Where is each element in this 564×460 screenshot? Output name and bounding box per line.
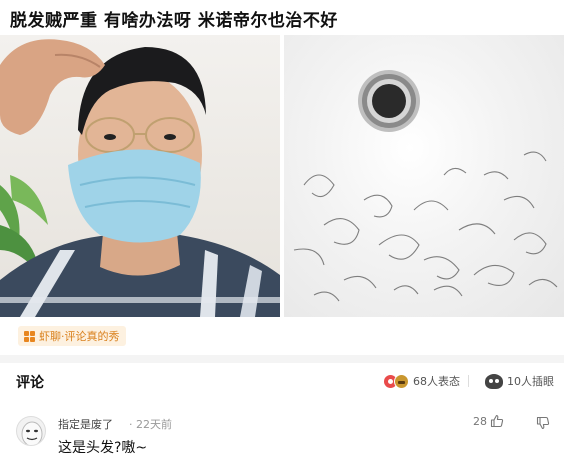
eye-emoji-icon[interactable] [485,373,503,389]
like-count: 28 [473,414,487,428]
stats-separator [468,375,469,387]
eye-count[interactable]: 10人插眼 [507,373,554,389]
thumbs-up-icon [490,414,504,428]
comment-stats: 68人表态 10人插眼 [383,373,554,389]
selfie-photo[interactable] [0,35,280,317]
like-button[interactable]: 28 [473,414,504,428]
comment-username[interactable]: 指定是废了 [58,416,113,432]
topic-tag-label: 虾聊·评论真的秀 [39,330,120,343]
reaction-emoji-icon [394,373,409,389]
grid-icon [24,330,35,342]
comments-title: 评论 [16,375,44,391]
comment-item: 指定是废了 · 22天前 这是头发?嗷~ 28 [0,403,564,460]
reactions-count[interactable]: 68人表态 [413,373,460,389]
sink-photo[interactable] [284,35,564,317]
avatar[interactable] [16,416,46,446]
section-divider [0,355,564,363]
thumbs-down-icon [536,416,550,430]
post-title: 脱发贼严重 有啥办法呀 米诺帝尔也治不好 [10,11,338,31]
topic-tag[interactable]: 虾聊·评论真的秀 [18,326,126,346]
comments-header: 评论 68人表态 10人插眼 [0,363,564,399]
comment-text: 这是头发?嗷~ [58,440,148,456]
reactions-button[interactable] [383,373,409,389]
comment-time: · 22天前 [129,418,172,431]
post-images [0,35,564,317]
dislike-button[interactable] [536,415,550,434]
